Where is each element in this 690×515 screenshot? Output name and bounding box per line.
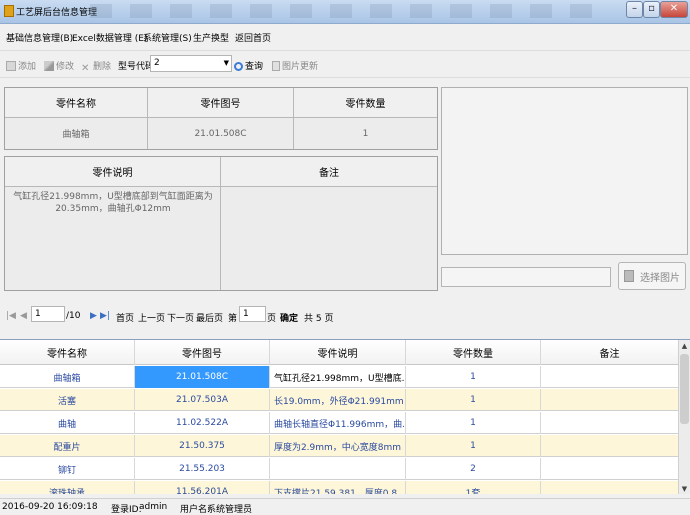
model-code-label: 型号代码 xyxy=(118,62,155,72)
value-part-drawing[interactable]: 21.01.508C xyxy=(148,118,294,149)
part-image-preview xyxy=(441,87,688,255)
search-icon xyxy=(234,62,243,71)
table-row[interactable]: 配重片 21.50.375 厚度为2.9mm，中心宽度8mm 1 xyxy=(0,435,678,457)
status-user-value: 系统管理员 xyxy=(207,505,253,515)
grid-col-remark[interactable]: 备注 xyxy=(541,340,678,365)
pager: |◀ ◀ /10 ▶ ▶| 首页 上一页 下一页 最后页 第 页 确定 共 5 … xyxy=(0,303,690,327)
grid-vertical-scrollbar[interactable]: ▲ ▼ xyxy=(678,340,690,494)
scroll-thumb[interactable] xyxy=(680,354,689,424)
grid-col-name[interactable]: 零件名称 xyxy=(0,340,135,365)
minimize-button[interactable]: – xyxy=(626,1,643,18)
scroll-down-icon[interactable]: ▼ xyxy=(679,483,690,494)
image-icon xyxy=(272,61,280,71)
table-row[interactable]: 铆钉 21.55.203 2 xyxy=(0,458,678,480)
status-login-value: admin xyxy=(139,502,168,512)
status-datetime: 2016-09-20 16:09:18 xyxy=(2,502,98,512)
grid-header: 零件名称 零件图号 零件说明 零件数量 备注 xyxy=(0,340,678,365)
menu-basic-info[interactable]: 基础信息管理(B) xyxy=(6,31,73,44)
next-page-link[interactable]: 下一页 xyxy=(167,311,194,324)
prev-page-icon[interactable]: ◀ xyxy=(20,311,27,321)
add-button[interactable]: 添加 xyxy=(6,59,36,72)
image-update-button[interactable]: 图片更新 xyxy=(272,59,318,72)
first-page-link[interactable]: 首页 xyxy=(116,311,134,324)
header-part-drawing: 零件图号 xyxy=(148,88,294,118)
header-remark: 备注 xyxy=(221,157,437,187)
next-page-icon[interactable]: ▶ xyxy=(90,311,97,321)
value-remark[interactable] xyxy=(221,187,437,290)
menu-system[interactable]: 系统管理(S) xyxy=(143,31,192,44)
maximize-button[interactable]: ▫ xyxy=(643,1,660,18)
window-title: 工艺屏后台信息管理 xyxy=(16,8,98,18)
header-part-desc: 零件说明 xyxy=(5,157,221,187)
title-bar-background xyxy=(90,4,600,18)
image-path-input[interactable] xyxy=(441,267,611,287)
last-page-link[interactable]: 最后页 xyxy=(196,311,223,324)
table-row[interactable]: 活塞 21.07.503A 长19.0mm，外径Φ21.991mm，... 1 xyxy=(0,389,678,411)
scroll-up-icon[interactable]: ▲ xyxy=(679,340,690,352)
pager-total: /10 xyxy=(66,311,81,321)
delete-icon: ✕ xyxy=(81,63,90,74)
select-image-button[interactable]: 选择图片 xyxy=(618,262,686,290)
part-detail-table: 零件名称 零件图号 零件数量 曲轴箱 21.01.508C 1 xyxy=(4,87,438,150)
table-row[interactable]: 滚珠轴承 11.56.201A 下支撑片21.59.381，厚度0.8... 1… xyxy=(0,481,678,494)
close-button[interactable]: ✕ xyxy=(660,1,688,18)
confirm-page-button[interactable]: 确定 xyxy=(280,311,298,324)
menu-production-change[interactable]: 生产换型 xyxy=(193,31,229,44)
grid-col-desc[interactable]: 零件说明 xyxy=(270,340,406,365)
part-desc-text: 气缸孔径21.998mm，U型槽底部到气缸面距离为 20.35mm，曲轴孔Φ12… xyxy=(13,192,213,214)
last-page-icon[interactable]: ▶| xyxy=(100,311,110,321)
header-part-name: 零件名称 xyxy=(5,88,148,118)
status-user-label: 用户名: xyxy=(180,505,211,515)
grid-col-qty[interactable]: 零件数量 xyxy=(406,340,541,365)
query-button[interactable]: 查询 xyxy=(234,59,263,72)
menu-bar: 基础信息管理(B) Excel数据管理 (E) 系统管理(S) 生产换型 返回首… xyxy=(0,27,690,45)
table-row[interactable]: 曲轴箱 21.01.508C 气缸孔径21.998mm，U型槽底... 1 xyxy=(0,366,678,388)
toolbar: 添加 修改 ✕ 删除 型号代码 查询 图片更新 xyxy=(0,50,690,78)
table-row[interactable]: 曲轴 11.02.522A 曲轴长轴直径Φ11.996mm，曲... 1 xyxy=(0,412,678,434)
delete-button[interactable]: ✕ 删除 xyxy=(81,59,111,74)
app-icon xyxy=(4,5,14,17)
chevron-down-icon: ▼ xyxy=(223,59,229,67)
prev-page-link[interactable]: 上一页 xyxy=(138,311,165,324)
page-unit-label: 页 xyxy=(267,314,277,324)
model-code-select[interactable]: 2 ▼ xyxy=(150,55,232,72)
page-number-input[interactable]: 1 xyxy=(239,306,266,322)
model-code-value: 2 xyxy=(154,58,160,68)
value-part-qty[interactable]: 1 xyxy=(294,118,437,149)
pencil-icon xyxy=(44,61,54,71)
grid-col-drawing[interactable]: 零件图号 xyxy=(135,340,270,365)
menu-excel[interactable]: Excel数据管理 (E) xyxy=(72,31,147,44)
menu-return-home[interactable]: 返回首页 xyxy=(235,31,271,44)
title-bar: 工艺屏后台信息管理 – ▫ ✕ xyxy=(0,0,690,24)
status-login-label: 登录ID: xyxy=(111,505,142,515)
current-record-input[interactable]: 1 xyxy=(31,306,65,322)
part-description-table: 零件说明 备注 气缸孔径21.998mm，U型槽底部到气缸面距离为 20.35m… xyxy=(4,156,438,291)
header-part-qty: 零件数量 xyxy=(294,88,437,118)
page-di-label: 第 xyxy=(228,314,238,324)
add-icon xyxy=(6,61,16,71)
edit-button[interactable]: 修改 xyxy=(44,59,74,72)
status-bar: 2016-09-20 16:09:18 登录ID: admin 用户名: 系统管… xyxy=(0,498,690,515)
first-page-icon[interactable]: |◀ xyxy=(6,311,16,321)
total-pages-label: 共 5 页 xyxy=(304,314,334,324)
image-icon xyxy=(624,270,634,282)
value-part-name[interactable]: 曲轴箱 xyxy=(5,118,148,149)
parts-data-grid: 零件名称 零件图号 零件说明 零件数量 备注 曲轴箱 21.01.508C 气缸… xyxy=(0,339,690,494)
